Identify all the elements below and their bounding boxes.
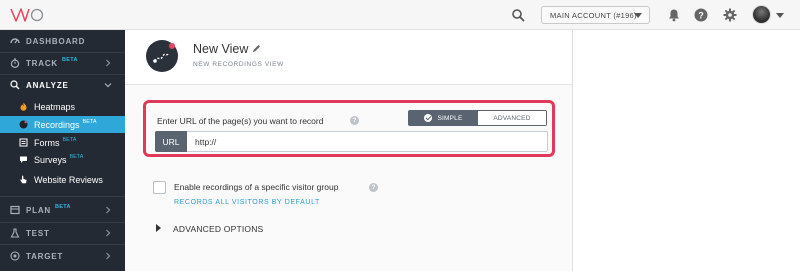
page-title: New View — [193, 42, 249, 56]
sidebar-item-label: TARGET — [26, 251, 64, 261]
vwo-logo[interactable] — [10, 7, 44, 23]
main-content: New View NEW RECORDINGS VIEW Enter URL o… — [125, 30, 572, 271]
pencil-icon[interactable] — [252, 44, 261, 53]
sidebar-item-label: ANALYZE — [26, 80, 69, 90]
visitor-group-checkbox[interactable] — [153, 181, 166, 194]
url-prefix-label: URL — [155, 131, 187, 152]
analyze-icon — [10, 80, 20, 90]
survey-icon — [20, 156, 27, 163]
toggle-advanced-label: ADVANCED — [493, 114, 531, 122]
beta-badge: BETA — [62, 136, 77, 143]
mode-toggle: SIMPLE ADVANCED — [408, 110, 547, 126]
caret-right-icon[interactable] — [156, 224, 161, 232]
account-label: MAIN ACCOUNT (#196) — [550, 10, 637, 20]
flame-icon — [20, 102, 27, 111]
sidebar-item-test[interactable]: TEST — [0, 223, 125, 243]
help-icon[interactable]: ? — [369, 183, 378, 192]
avatar[interactable] — [752, 5, 771, 24]
url-input[interactable] — [187, 131, 548, 152]
svg-text:?: ? — [698, 10, 704, 20]
form-icon — [19, 138, 28, 147]
visitor-group-label: Enable recordings of a specific visitor … — [174, 182, 339, 192]
search-icon[interactable] — [511, 8, 525, 22]
record-dot — [169, 43, 175, 49]
sidebar-item-analyze[interactable]: ANALYZE — [0, 75, 125, 95]
divider — [0, 196, 125, 197]
toggle-simple-label: SIMPLE — [437, 114, 463, 122]
chevron-right-icon — [106, 252, 111, 260]
toggle-simple[interactable]: SIMPLE — [409, 111, 478, 125]
sidebar-item-label: Heatmaps — [34, 101, 76, 112]
right-panel — [572, 30, 800, 271]
flask-icon — [10, 228, 20, 238]
help-icon[interactable]: ? — [694, 8, 708, 22]
beta-badge: BETA — [62, 57, 78, 63]
pointer-icon — [20, 175, 27, 184]
sidebar-item-website-reviews[interactable]: Website Reviews — [0, 171, 125, 188]
target-icon — [10, 251, 20, 261]
page-subtitle: NEW RECORDINGS VIEW — [193, 61, 284, 68]
beta-badge: BETA — [82, 118, 97, 125]
sidebar-item-plan[interactable]: PLAN BETA — [0, 200, 125, 220]
chevron-down-icon[interactable] — [776, 13, 784, 18]
advanced-options-toggle[interactable]: ADVANCED OPTIONS — [173, 224, 263, 234]
sidebar-item-recordings[interactable]: Recordings BETA — [0, 116, 125, 133]
gear-icon[interactable] — [723, 8, 737, 22]
sidebar-item-label: Surveys — [34, 154, 67, 165]
help-icon[interactable]: ? — [350, 116, 359, 125]
divider — [0, 244, 125, 245]
url-section: Enter URL of the page(s) you want to rec… — [143, 100, 555, 157]
sidebar-item-label: Recordings — [34, 119, 80, 130]
sidebar-item-dashboard[interactable]: DASHBOARD — [0, 31, 125, 51]
bell-icon[interactable] — [667, 8, 681, 22]
view-header: New View NEW RECORDINGS VIEW — [125, 30, 572, 85]
sidebar: DASHBOARD TRACK BETA ANALYZE Heatmaps Re… — [0, 30, 125, 271]
sidebar-item-label: DASHBOARD — [26, 36, 86, 46]
recording-icon — [19, 120, 28, 129]
dashboard-icon — [10, 38, 20, 44]
sidebar-item-label: TRACK — [26, 58, 58, 68]
sidebar-item-label: Website Reviews — [34, 174, 103, 185]
sidebar-item-label: Forms — [34, 137, 60, 148]
top-bar: MAIN ACCOUNT (#196) ? — [0, 0, 800, 30]
plan-icon — [10, 205, 20, 215]
chevron-down-icon — [634, 13, 642, 18]
chevron-down-icon — [104, 83, 112, 88]
sidebar-item-label: TEST — [26, 228, 50, 238]
sidebar-item-target[interactable]: TARGET — [0, 246, 125, 266]
sidebar-item-label: PLAN — [26, 205, 51, 215]
toggle-advanced[interactable]: ADVANCED — [478, 111, 546, 125]
records-all-visitors-link[interactable]: RECORDS ALL VISITORS BY DEFAULT — [174, 199, 320, 206]
beta-badge: BETA — [54, 204, 71, 210]
stopwatch-icon — [10, 58, 20, 68]
chevron-right-icon — [106, 229, 111, 237]
sidebar-item-heatmaps[interactable]: Heatmaps — [0, 98, 125, 115]
chevron-right-icon — [106, 206, 111, 214]
sidebar-item-surveys[interactable]: Surveys BETA — [0, 151, 125, 168]
sidebar-item-track[interactable]: TRACK BETA — [0, 53, 125, 73]
recording-view-icon — [146, 40, 178, 72]
url-prompt-label: Enter URL of the page(s) you want to rec… — [157, 116, 324, 126]
check-icon — [424, 114, 433, 122]
account-switcher[interactable]: MAIN ACCOUNT (#196) — [541, 6, 650, 24]
sidebar-item-forms[interactable]: Forms BETA — [0, 134, 125, 151]
chevron-right-icon — [106, 59, 111, 67]
beta-badge: BETA — [69, 153, 84, 160]
